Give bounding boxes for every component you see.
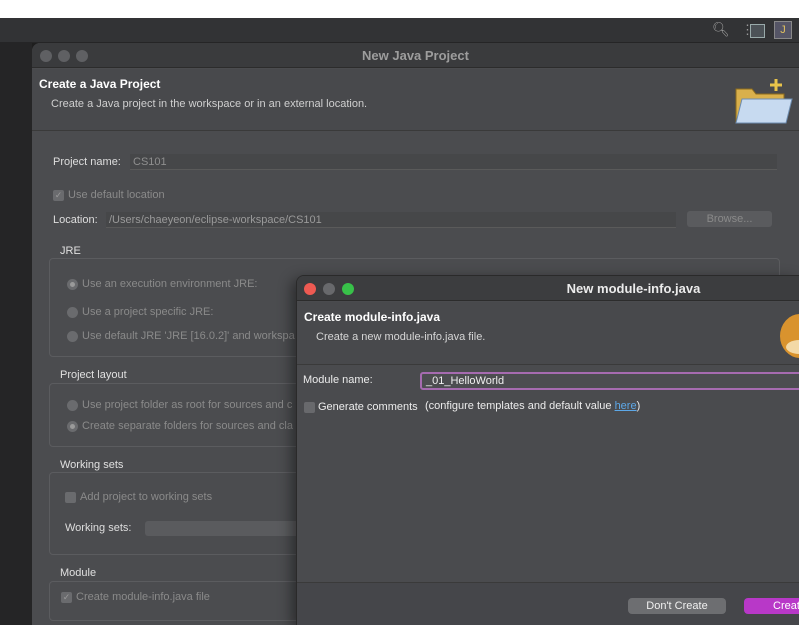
project-name-label: Project name: bbox=[53, 156, 121, 168]
module-dialog-title-bar: New module-info.java bbox=[297, 276, 799, 301]
create-module-info-label: Create module-info.java file bbox=[76, 591, 210, 603]
module-minimize-button[interactable] bbox=[323, 283, 335, 295]
banner-description: Create a Java project in the workspace o… bbox=[51, 98, 368, 110]
project-layout-group bbox=[49, 383, 309, 447]
jre-project-specific-radio[interactable] bbox=[67, 307, 78, 318]
location-label: Location: bbox=[53, 214, 98, 226]
here-link[interactable]: here bbox=[615, 400, 637, 412]
module-close-button[interactable] bbox=[304, 283, 316, 295]
module-zoom-button[interactable] bbox=[342, 283, 354, 295]
dialog-title-bar: New Java Project bbox=[32, 43, 799, 68]
jre-default-label: Use default JRE 'JRE [16.0.2]' and works… bbox=[82, 330, 295, 342]
jre-project-specific-label: Use a project specific JRE: bbox=[82, 306, 214, 318]
generate-comments-checkbox[interactable] bbox=[304, 402, 315, 413]
dialog-banner: Create a Java Project Create a Java proj… bbox=[32, 69, 799, 131]
layout-separate-folders-label: Create separate folders for sources and … bbox=[82, 420, 293, 432]
close-window-button[interactable] bbox=[40, 50, 52, 62]
module-banner-description: Create a new module-info.java file. bbox=[316, 331, 486, 343]
new-module-info-dialog: New module-info.java Create module-info.… bbox=[296, 275, 799, 625]
use-default-location-label: Use default location bbox=[68, 189, 165, 201]
search-icon[interactable]: 🔍︎ bbox=[712, 21, 730, 38]
configure-templates-text: (configure templates and default value h… bbox=[425, 400, 640, 412]
generate-comments-label: Generate comments bbox=[318, 401, 418, 413]
wizard-mascot-icon bbox=[780, 314, 799, 358]
module-name-label: Module name: bbox=[303, 374, 373, 386]
add-to-working-sets-checkbox[interactable] bbox=[65, 492, 76, 503]
project-name-field[interactable]: CS101 bbox=[130, 154, 777, 170]
ide-side-panel bbox=[0, 43, 32, 625]
configure-close-paren: ) bbox=[636, 400, 641, 412]
add-to-working-sets-label: Add project to working sets bbox=[80, 491, 213, 503]
screen-top-strip bbox=[0, 0, 799, 18]
jre-default-radio[interactable] bbox=[67, 331, 78, 342]
jre-execution-env-label: Use an execution environment JRE: bbox=[82, 278, 258, 290]
layout-separate-folders-radio[interactable] bbox=[67, 421, 78, 432]
new-project-folder-icon bbox=[735, 79, 793, 124]
browse-button[interactable]: Browse... bbox=[687, 211, 772, 227]
open-perspective-icon[interactable] bbox=[750, 24, 765, 38]
location-field[interactable]: /Users/chaeyeon/eclipse-workspace/CS101 bbox=[106, 212, 676, 228]
minimize-window-button[interactable] bbox=[58, 50, 70, 62]
jre-group-label: JRE bbox=[60, 245, 81, 257]
module-banner-title: Create module-info.java bbox=[304, 310, 441, 324]
module-group-label: Module bbox=[60, 567, 97, 579]
java-perspective-icon[interactable]: J bbox=[774, 21, 792, 39]
configure-templates-label: (configure templates and default value bbox=[425, 400, 615, 412]
working-sets-group bbox=[49, 472, 309, 555]
layout-project-root-label: Use project folder as root for sources a… bbox=[82, 399, 293, 411]
zoom-window-button[interactable] bbox=[76, 50, 88, 62]
project-layout-group-label: Project layout bbox=[60, 369, 127, 381]
create-module-info-checkbox[interactable]: ✓ bbox=[61, 592, 72, 603]
module-name-input[interactable]: _01_HelloWorld bbox=[420, 372, 799, 390]
create-button[interactable]: Create bbox=[744, 598, 799, 614]
module-dialog-banner: Create module-info.java Create a new mod… bbox=[297, 302, 799, 365]
dialog-title: New Java Project bbox=[362, 48, 469, 63]
banner-title: Create a Java Project bbox=[39, 77, 161, 91]
working-sets-combo[interactable] bbox=[145, 521, 305, 536]
working-sets-label: Working sets: bbox=[65, 522, 132, 534]
module-dialog-title: New module-info.java bbox=[566, 281, 701, 296]
working-sets-group-label: Working sets bbox=[60, 459, 124, 471]
layout-project-root-radio[interactable] bbox=[67, 400, 78, 411]
ide-toolbar: 🔍︎ ⋮ J bbox=[0, 18, 799, 43]
use-default-location-checkbox[interactable]: ✓ bbox=[53, 190, 64, 201]
dont-create-button[interactable]: Don't Create bbox=[628, 598, 726, 614]
jre-execution-env-radio[interactable] bbox=[67, 279, 78, 290]
